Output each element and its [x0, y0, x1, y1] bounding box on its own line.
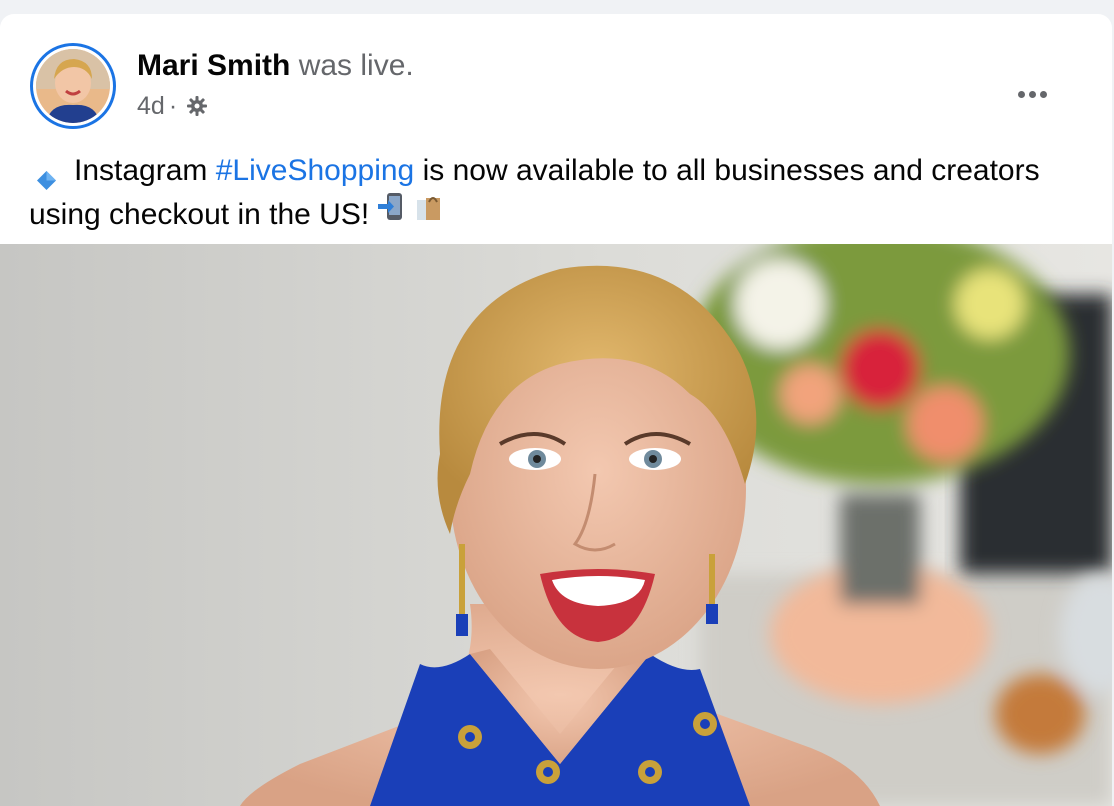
- author-avatar[interactable]: [30, 43, 116, 129]
- author-line: Mari Smith was live.: [137, 48, 414, 84]
- post-timestamp[interactable]: 4d: [137, 91, 165, 121]
- mobile-arrow-icon: [377, 192, 406, 234]
- author-photo: [36, 49, 110, 123]
- meta-separator: ·: [168, 92, 178, 120]
- gear-icon[interactable]: [185, 94, 209, 118]
- more-options-icon[interactable]: [1012, 74, 1052, 114]
- live-post-card: Mari Smith was live. 4d · Instagram #Liv…: [0, 14, 1112, 806]
- post-text: Instagram #LiveShopping is now available…: [29, 150, 1089, 240]
- blue-diamond-icon: [37, 160, 56, 190]
- post-meta: 4d ·: [137, 91, 209, 121]
- live-video-thumbnail[interactable]: [0, 244, 1112, 806]
- author-action: was live.: [298, 49, 414, 82]
- shopping-bag-icon: [414, 192, 442, 234]
- post-text-part1: Instagram: [74, 154, 208, 187]
- hashtag-link[interactable]: #LiveShopping: [216, 154, 415, 187]
- author-name-link[interactable]: Mari Smith: [137, 49, 290, 82]
